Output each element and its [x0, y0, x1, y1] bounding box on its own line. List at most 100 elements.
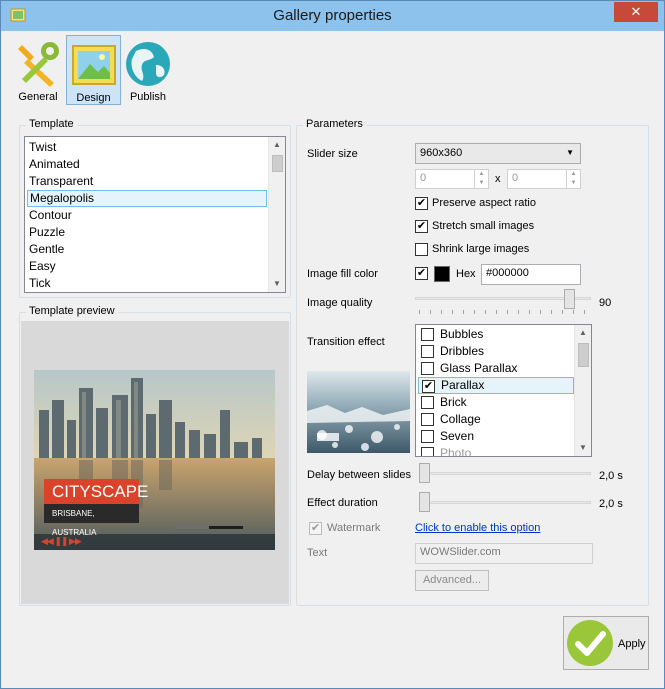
slider-size-value: 960x360: [420, 147, 463, 159]
template-list-item[interactable]: Gentle: [27, 241, 267, 258]
template-list[interactable]: Twist Animated Transparent Megalopolis Conto…: [24, 136, 286, 293]
height-spin-arrows-icon[interactable]: ▲ ▼: [566, 170, 580, 188]
transition-list-item[interactable]: Brick: [418, 394, 574, 411]
transition-name: Brick: [440, 395, 467, 409]
transition-list-item[interactable]: Dribbles: [418, 343, 574, 360]
advanced-button[interactable]: Advanced...: [415, 570, 489, 591]
watermark-label: Watermark: [327, 522, 381, 534]
picture-icon: [71, 45, 116, 85]
tab-general[interactable]: General: [9, 35, 67, 105]
tab-general-label: General: [18, 91, 58, 103]
stretch-small-checkbox[interactable]: ✔: [415, 220, 428, 233]
transition-checkbox[interactable]: [421, 447, 434, 456]
delay-value: 2,0 s: [599, 470, 623, 482]
transition-list-item[interactable]: Photo: [418, 445, 574, 457]
preview-caption-title: CITYSCAPE: [44, 479, 148, 504]
template-preview-legend: Template preview: [26, 305, 118, 317]
slider-size-select[interactable]: 960x360 ▼: [415, 143, 581, 164]
title-bar[interactable]: Gallery properties ✕: [1, 1, 664, 31]
preserve-aspect-checkbox[interactable]: ✔: [415, 197, 428, 210]
transition-scroll-thumb[interactable]: [578, 343, 589, 367]
shrink-large-checkbox[interactable]: [415, 243, 428, 256]
effect-duration-track[interactable]: [419, 501, 591, 504]
transition-list-scrollbar[interactable]: ▲ ▼: [574, 325, 591, 456]
chevron-down-icon: ▼: [566, 148, 574, 157]
image-quality-value: 90: [599, 297, 612, 309]
template-list-item[interactable]: Puzzle: [27, 224, 267, 241]
size-separator: x: [495, 173, 501, 185]
transition-list-item[interactable]: Glass Parallax: [418, 360, 574, 377]
transition-checkbox[interactable]: [421, 362, 434, 375]
enable-watermark-link[interactable]: Click to enable this option: [415, 522, 540, 534]
transition-name: Seven: [440, 429, 475, 443]
delay-thumb[interactable]: [419, 463, 430, 483]
template-list-item[interactable]: Contour: [27, 207, 267, 224]
template-list-item[interactable]: Easy: [27, 258, 267, 275]
tab-design[interactable]: Design: [66, 35, 121, 105]
apply-button[interactable]: Apply: [563, 616, 649, 670]
image-quality-thumb[interactable]: [564, 289, 575, 309]
transition-scroll-up-icon[interactable]: ▲: [575, 325, 591, 341]
transition-checkbox[interactable]: [421, 396, 434, 409]
slider-size-label: Slider size: [307, 148, 358, 160]
transition-scroll-down-icon[interactable]: ▼: [575, 440, 591, 456]
hex-input[interactable]: #000000: [481, 264, 581, 285]
preview-playback-controls: ◀◀ ❚❚ ▶▶: [41, 536, 82, 546]
scroll-down-icon[interactable]: ▼: [269, 276, 285, 292]
height-value: 0: [512, 172, 519, 184]
wrench-screwdriver-icon: [18, 42, 59, 87]
transition-checkbox[interactable]: [421, 345, 434, 358]
transition-name: Bubbles: [440, 327, 484, 341]
template-list-item[interactable]: Animated: [27, 156, 267, 173]
template-list-item[interactable]: Twist: [27, 139, 267, 156]
window-title: Gallery properties: [273, 7, 392, 24]
watermark-checkbox[interactable]: ✔: [309, 522, 322, 535]
preserve-aspect-label: Preserve aspect ratio: [432, 197, 536, 209]
effect-duration-thumb[interactable]: [419, 492, 430, 512]
transition-list-item[interactable]: ✔ Parallax: [418, 377, 574, 394]
fill-color-swatch[interactable]: [434, 266, 450, 282]
transition-list-item[interactable]: Collage: [418, 411, 574, 428]
image-fill-checkbox[interactable]: ✔: [415, 267, 428, 280]
transition-checkbox[interactable]: [421, 430, 434, 443]
effect-duration-label: Effect duration: [307, 497, 378, 509]
height-spinner[interactable]: 0 ▲ ▼: [507, 169, 581, 189]
transition-list-item[interactable]: Bubbles: [418, 326, 574, 343]
watermark-text-input[interactable]: WOWSlider.com: [415, 543, 593, 564]
transition-effect-list[interactable]: Bubbles Dribbles Glass Parallax ✔ Parallax Br…: [415, 324, 592, 457]
globe-icon: [126, 42, 170, 86]
transition-name: Photo: [440, 446, 472, 457]
template-list-item[interactable]: Megalopolis: [27, 190, 267, 207]
transition-checkbox[interactable]: [421, 413, 434, 426]
checkmark-icon: [567, 620, 613, 666]
close-button[interactable]: ✕: [614, 2, 658, 22]
width-spinner[interactable]: 0 ▲ ▼: [415, 169, 489, 189]
transition-checkbox[interactable]: ✔: [422, 380, 435, 393]
tab-publish[interactable]: Publish: [122, 35, 174, 105]
delay-label: Delay between slides: [307, 469, 411, 481]
width-spin-arrows-icon[interactable]: ▲ ▼: [474, 170, 488, 188]
transition-name: Glass Parallax: [440, 361, 518, 375]
hex-label: Hex: [456, 268, 476, 280]
template-list-scrollbar[interactable]: ▲ ▼: [268, 137, 285, 292]
scroll-thumb[interactable]: [272, 155, 283, 172]
image-fill-label: Image fill color: [307, 268, 378, 280]
parameters-legend: Parameters: [303, 118, 366, 130]
delay-track[interactable]: [419, 472, 591, 475]
tab-publish-label: Publish: [129, 91, 167, 103]
transition-name: Dribbles: [440, 344, 485, 358]
gallery-properties-window: Gallery properties ✕ General Design Publ…: [0, 0, 665, 689]
transition-list-item[interactable]: Seven: [418, 428, 574, 445]
image-quality-label: Image quality: [307, 297, 373, 309]
transition-effect-label: Transition effect: [307, 336, 385, 348]
template-list-item[interactable]: Transparent: [27, 173, 267, 190]
scroll-up-icon[interactable]: ▲: [269, 137, 285, 153]
image-quality-ticks: [419, 310, 589, 314]
transition-name: Collage: [440, 412, 481, 426]
template-list-item[interactable]: Tick: [27, 275, 267, 292]
preview-caption-subtitle: BRISBANE, AUSTRALIA: [44, 504, 139, 537]
transition-checkbox[interactable]: [421, 328, 434, 341]
stretch-small-label: Stretch small images: [432, 220, 535, 232]
text-label: Text: [307, 547, 328, 559]
width-value: 0: [420, 172, 427, 184]
